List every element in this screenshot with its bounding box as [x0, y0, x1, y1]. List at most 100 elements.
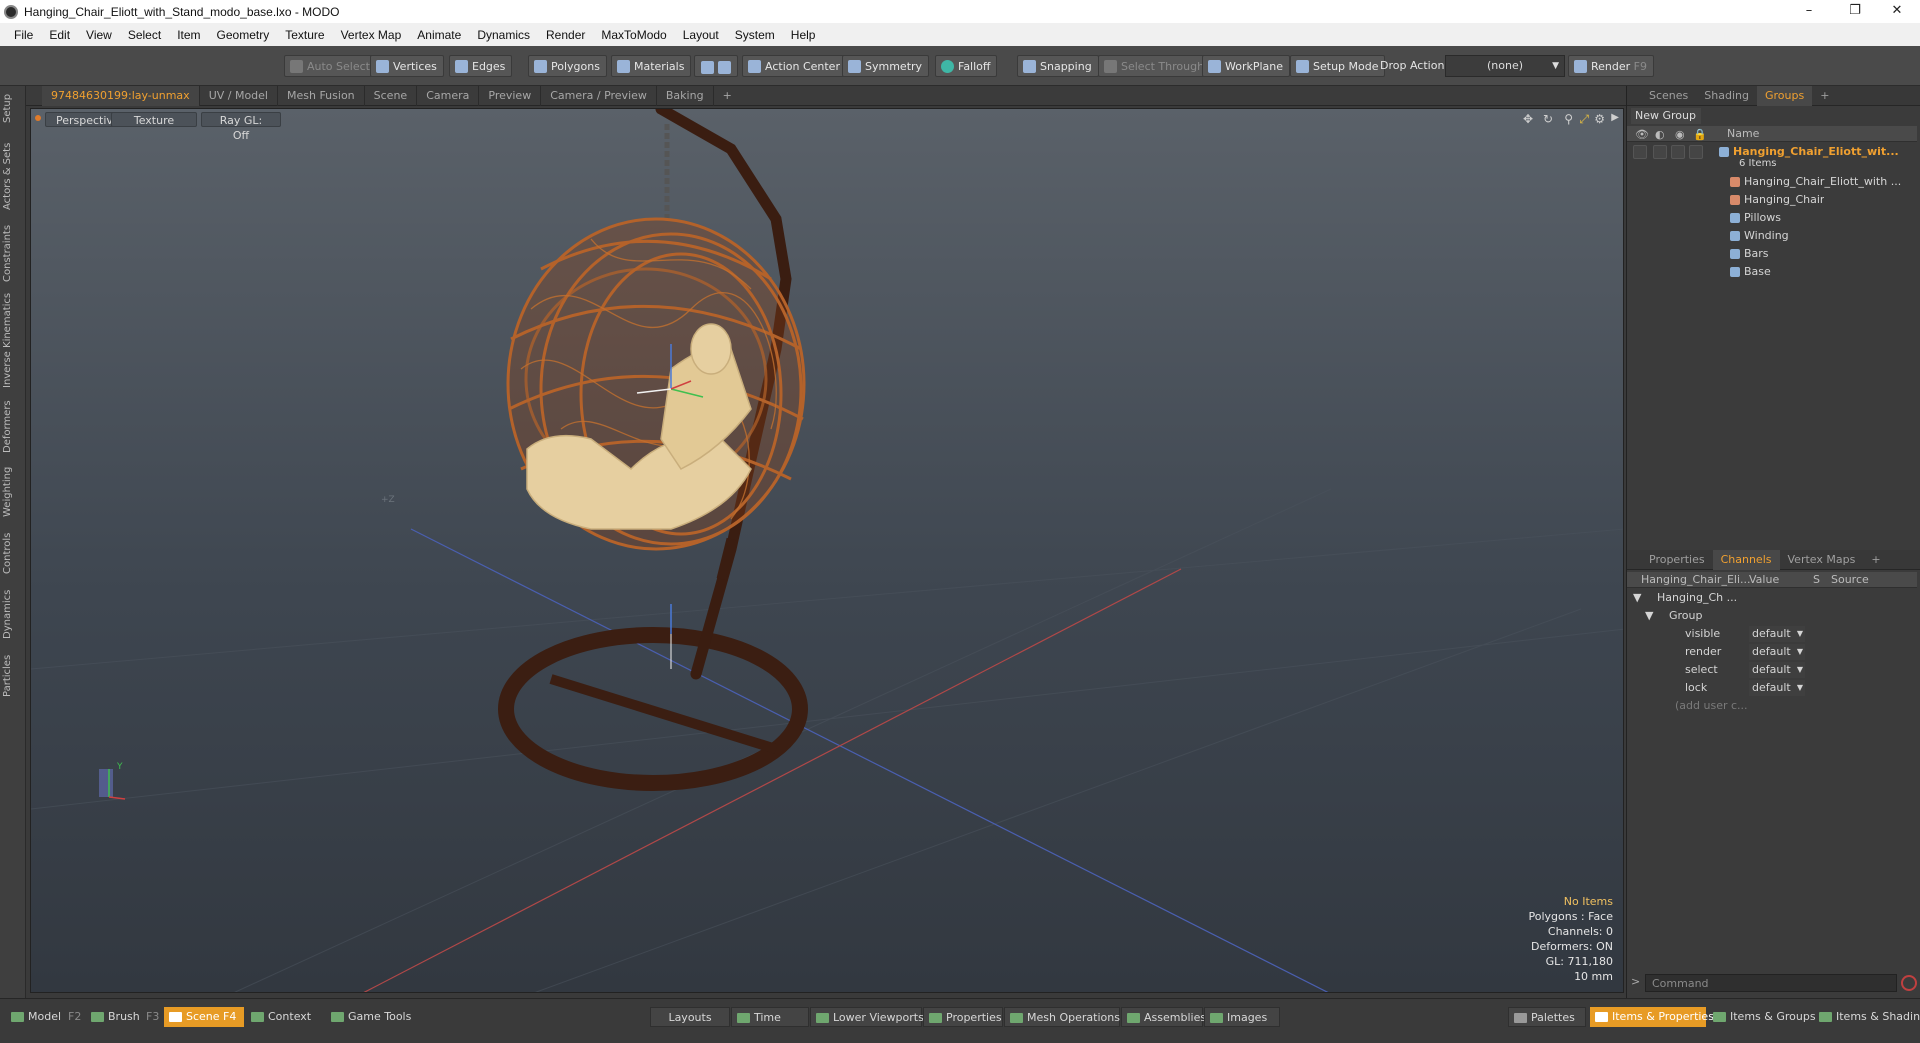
select-column-icon[interactable]: ◉ — [1675, 128, 1685, 141]
assemblies-button[interactable]: Assemblies — [1121, 1007, 1206, 1027]
tab-vertex-maps[interactable]: Vertex Maps — [1780, 550, 1864, 570]
group-root-row[interactable]: Hanging_Chair_Eliott_wit... 6 Items — [1627, 143, 1917, 173]
channel-value-select[interactable]: default ▼ — [1749, 662, 1805, 678]
channel-group-row[interactable]: ▼ Group — [1627, 607, 1917, 625]
tab-inverse-kinematics[interactable]: Inverse Kinematics — [2, 292, 24, 388]
game-tools-layout-button[interactable]: Game Tools — [326, 1007, 419, 1027]
list-item[interactable]: Pillows — [1627, 209, 1917, 227]
channel-row[interactable]: render default ▼ — [1627, 643, 1917, 661]
visibility-column-icon[interactable]: 👁 — [1635, 128, 1649, 141]
new-group-button[interactable]: New Group — [1631, 108, 1701, 124]
command-history-button[interactable] — [1901, 975, 1917, 991]
model-layout-button[interactable]: Model — [6, 1007, 69, 1027]
list-item[interactable]: Hanging_Chair — [1627, 191, 1917, 209]
close-button[interactable]: ✕ — [1874, 0, 1920, 23]
tab-constraints[interactable]: Constraints — [2, 222, 24, 284]
tab-particles[interactable]: Particles — [2, 648, 24, 704]
time-button[interactable]: Time — [731, 1007, 809, 1027]
viewport-expand-icon[interactable]: ▶ — [1611, 112, 1619, 123]
menu-edit[interactable]: Edit — [41, 28, 78, 42]
symmetry-button[interactable]: Symmetry — [842, 55, 930, 77]
tab-camera[interactable]: Camera — [417, 85, 480, 106]
gear-icon[interactable]: ⚙ — [1594, 112, 1605, 126]
add-user-channel-row[interactable]: (add user c... — [1627, 697, 1917, 715]
add-panel-tab[interactable]: + — [1812, 86, 1837, 106]
list-item[interactable]: Bars — [1627, 245, 1917, 263]
items-groups-button[interactable]: Items & Groups — [1708, 1007, 1824, 1027]
menu-file[interactable]: File — [6, 28, 41, 42]
list-item[interactable]: Winding — [1627, 227, 1917, 245]
visibility-toggle[interactable] — [1633, 145, 1647, 159]
3d-viewport[interactable]: +Z Y Perspective Texture Ray GL: Off ✥ ↻… — [30, 108, 1624, 993]
shading-texture-button[interactable]: Texture — [111, 112, 197, 127]
render-button[interactable]: Render F9 — [1568, 55, 1654, 77]
drop-action-select[interactable]: (none) ▼ — [1445, 55, 1565, 77]
channel-item-row[interactable]: ▼ Hanging_Ch ... — [1627, 589, 1917, 607]
tab-channels[interactable]: Channels — [1712, 549, 1780, 570]
rotate-icon[interactable]: ↻ — [1543, 112, 1553, 126]
select-mode-toggle[interactable] — [694, 55, 738, 77]
minimize-button[interactable]: – — [1786, 0, 1832, 23]
tab-scenes[interactable]: Scenes — [1641, 86, 1696, 106]
polygons-button[interactable]: Polygons — [528, 55, 607, 77]
setup-mode-button[interactable]: Setup Mode — [1290, 55, 1386, 77]
menu-geometry[interactable]: Geometry — [209, 28, 278, 42]
channel-row[interactable]: lock default ▼ — [1627, 679, 1917, 697]
pan-icon[interactable]: ✥ — [1523, 112, 1533, 126]
edges-button[interactable]: Edges — [449, 55, 513, 77]
menu-vertex-map[interactable]: Vertex Map — [333, 28, 410, 42]
mesh-operations-button[interactable]: Mesh Operations — [1004, 1007, 1120, 1027]
zoom-icon[interactable]: ⚲ — [1564, 112, 1573, 126]
lower-viewports-button[interactable]: Lower Viewports — [810, 1007, 924, 1027]
materials-button[interactable]: Materials — [611, 55, 692, 77]
channel-value-select[interactable]: default ▼ — [1749, 644, 1805, 660]
tab-controls[interactable]: Controls — [2, 528, 24, 578]
select-through-button[interactable]: Select Through — [1098, 55, 1212, 77]
tab-uv-model[interactable]: UV / Model — [200, 85, 278, 106]
workplane-button[interactable]: WorkPlane — [1202, 55, 1291, 77]
tab-weighting[interactable]: Weighting — [2, 464, 24, 520]
tab-camera-preview[interactable]: Camera / Preview — [541, 85, 657, 106]
snapping-button[interactable]: Snapping — [1017, 55, 1099, 77]
tab-layout-unmax[interactable]: 97484630199:lay-unmax — [42, 85, 200, 106]
palettes-button[interactable]: Palettes — [1508, 1007, 1586, 1027]
menu-help[interactable]: Help — [783, 28, 824, 42]
items-shading-button[interactable]: Items & Shading — [1814, 1007, 1920, 1027]
fit-icon[interactable]: ⤢ — [1579, 112, 1589, 127]
layouts-button[interactable]: Layouts — [650, 1007, 730, 1027]
add-tab-button[interactable]: + — [714, 86, 741, 106]
tab-preview[interactable]: Preview — [479, 85, 542, 106]
lock-toggle[interactable] — [1689, 145, 1703, 159]
menu-select[interactable]: Select — [120, 28, 169, 42]
add-properties-tab[interactable]: + — [1863, 550, 1888, 570]
tab-properties[interactable]: Properties — [1641, 550, 1713, 570]
tab-baking[interactable]: Baking — [657, 85, 714, 106]
menu-maxtomodo[interactable]: MaxToModo — [593, 28, 674, 42]
falloff-button[interactable]: Falloff — [935, 55, 998, 77]
tab-deformers[interactable]: Deformers — [2, 398, 24, 456]
tab-scene[interactable]: Scene — [365, 85, 418, 106]
raygl-button[interactable]: Ray GL: Off — [201, 112, 281, 142]
list-item[interactable]: Hanging_Chair_Eliott_with ... — [1627, 173, 1917, 191]
select-toggle[interactable] — [1671, 145, 1685, 159]
render-toggle[interactable] — [1653, 145, 1667, 159]
viewport-menu-icon[interactable] — [35, 115, 41, 121]
menu-texture[interactable]: Texture — [277, 28, 332, 42]
menu-render[interactable]: Render — [538, 28, 593, 42]
menu-animate[interactable]: Animate — [409, 28, 469, 42]
properties-button[interactable]: Properties — [923, 1007, 1003, 1027]
menu-system[interactable]: System — [727, 28, 783, 42]
channel-row[interactable]: select default ▼ — [1627, 661, 1917, 679]
context-layout-button[interactable]: Context — [246, 1007, 319, 1027]
tab-setup[interactable]: Setup — [2, 90, 24, 126]
action-center-button[interactable]: Action Center — [742, 55, 847, 77]
tab-dynamics[interactable]: Dynamics — [2, 586, 24, 642]
expand-icon[interactable]: ▼ — [1633, 589, 1641, 607]
restore-button[interactable]: ❐ — [1832, 0, 1878, 23]
scene-layout-button[interactable]: Scene F4 — [164, 1007, 245, 1027]
render-column-icon[interactable]: ◐ — [1655, 128, 1665, 141]
menu-view[interactable]: View — [78, 28, 120, 42]
list-item[interactable]: Base — [1627, 263, 1917, 281]
channel-value-select[interactable]: default ▼ — [1749, 680, 1805, 696]
lock-column-icon[interactable]: 🔒 — [1693, 128, 1707, 141]
